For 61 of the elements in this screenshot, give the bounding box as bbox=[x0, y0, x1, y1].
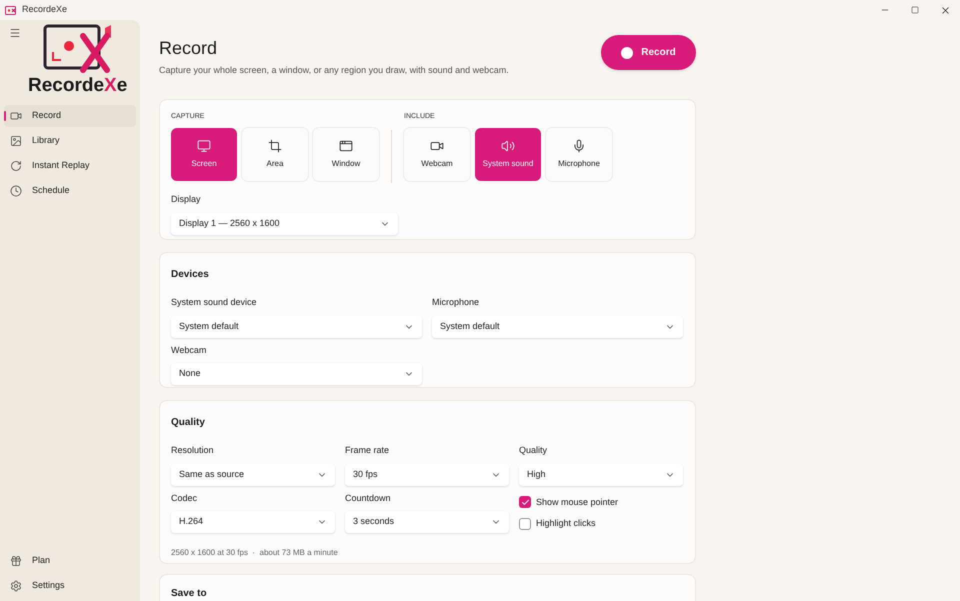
toggle-tile[interactable]: Webcam bbox=[404, 128, 470, 180]
field-label: Webcam bbox=[171, 344, 208, 356]
clock-icon bbox=[10, 185, 22, 197]
app-icon bbox=[5, 6, 17, 14]
selection-indicator bbox=[4, 111, 6, 121]
dropdown[interactable]: System default bbox=[171, 316, 422, 338]
toggle-tile[interactable]: System sound bbox=[475, 128, 541, 180]
sidebar-item[interactable]: Instant Replay bbox=[4, 155, 136, 177]
field-label: Quality bbox=[519, 444, 548, 457]
window-icon bbox=[339, 138, 353, 152]
field-label: Microphone bbox=[432, 296, 480, 309]
menu-button[interactable] bbox=[8, 26, 22, 40]
sidebar-item[interactable]: Settings bbox=[4, 575, 136, 597]
field-label: Countdown bbox=[345, 492, 392, 504]
field-label: Codec bbox=[171, 492, 198, 504]
microphone-icon bbox=[572, 138, 586, 152]
dropdown[interactable]: Same as source bbox=[171, 464, 335, 486]
toggle-tile[interactable]: Area bbox=[242, 128, 308, 180]
check-icon bbox=[520, 498, 530, 507]
monitor-icon bbox=[197, 138, 211, 152]
field-label: System sound device bbox=[171, 296, 258, 309]
record-button[interactable]: Record bbox=[601, 35, 696, 70]
refresh-icon bbox=[10, 160, 22, 172]
page-subtitle: Capture your whole screen, a window, or any region you draw, with sound and webcam. bbox=[159, 64, 509, 77]
dropdown[interactable]: H.264 bbox=[171, 511, 335, 533]
logo-drawing bbox=[42, 24, 113, 74]
sidebar-item[interactable]: Schedule bbox=[4, 180, 136, 202]
close-icon bbox=[940, 4, 950, 16]
toggle-tile[interactable]: Window bbox=[313, 128, 379, 180]
checkbox-label: Show mouse pointer bbox=[536, 496, 618, 509]
speaker-icon bbox=[501, 138, 515, 152]
checkbox-label: Highlight clicks bbox=[536, 517, 596, 530]
image-icon bbox=[10, 135, 22, 147]
dropdown[interactable]: System default bbox=[432, 316, 683, 338]
sidebar-item[interactable]: Plan bbox=[4, 550, 136, 572]
field-label: Frame rate bbox=[345, 444, 390, 457]
page-title: Record bbox=[159, 37, 218, 60]
dropdown[interactable]: 3 seconds bbox=[345, 511, 509, 533]
maximize-icon bbox=[911, 6, 919, 14]
gift-icon bbox=[10, 555, 22, 567]
checkbox[interactable] bbox=[519, 496, 531, 508]
field-label: Display bbox=[171, 193, 202, 206]
dropdown[interactable]: None bbox=[171, 363, 422, 385]
sidebar-item[interactable]: Library bbox=[4, 130, 136, 152]
video-camera-icon bbox=[10, 110, 22, 122]
field-label: Resolution bbox=[171, 444, 215, 457]
settings-icon bbox=[10, 580, 22, 592]
card-title: Save to bbox=[171, 587, 208, 601]
dropdown[interactable]: Display 1 — 2560 x 1600 bbox=[171, 212, 398, 234]
checkbox[interactable] bbox=[519, 518, 531, 530]
crop-icon bbox=[268, 138, 282, 152]
toggle-tile[interactable]: Screen bbox=[171, 128, 237, 180]
dropdown[interactable]: 30 fps bbox=[345, 464, 509, 486]
logo-wordmark: RecordeXe bbox=[28, 76, 128, 95]
toggle-tile[interactable]: Microphone bbox=[546, 128, 612, 180]
sidebar-item[interactable]: Record bbox=[4, 105, 136, 127]
window-title: RecordeXe bbox=[22, 3, 68, 16]
dropdown[interactable]: High bbox=[519, 464, 683, 486]
card-title: Devices bbox=[171, 268, 210, 282]
summary-text: 2560 x 1600 at 30 fps · about 73 MB a minute bbox=[171, 547, 339, 559]
card-title: Quality bbox=[171, 416, 206, 430]
